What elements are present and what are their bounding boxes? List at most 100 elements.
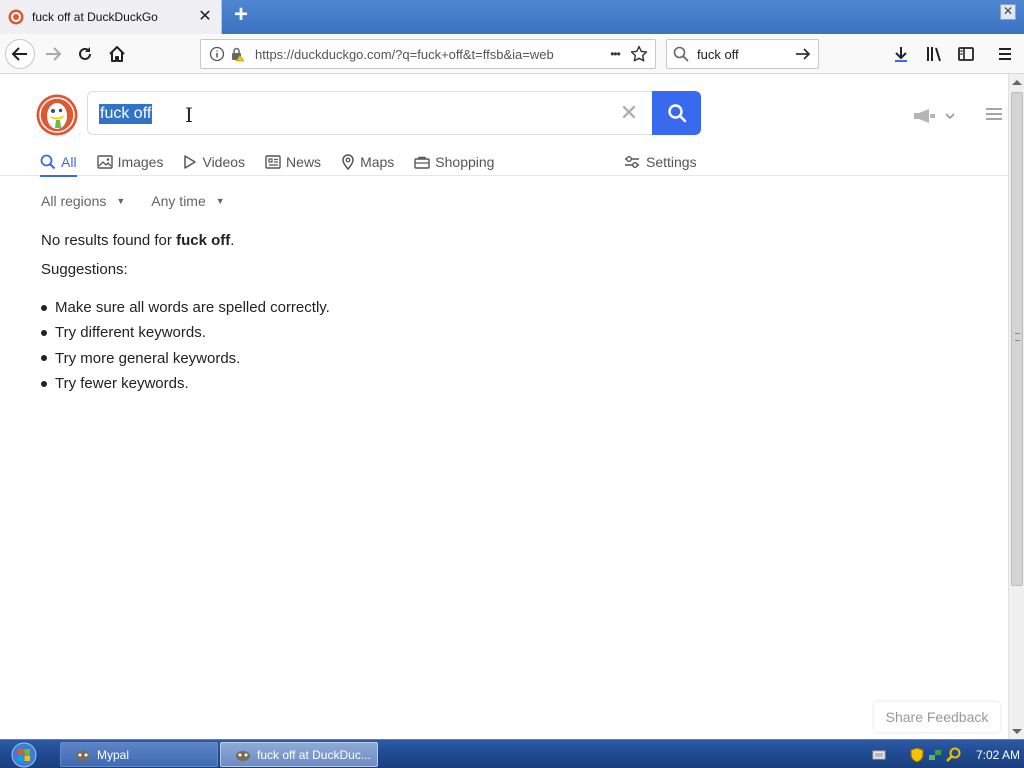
taskbar-item-label: Mypal xyxy=(97,747,130,762)
tab-title: fuck off at DuckDuckGo xyxy=(32,10,158,24)
go-arrow-icon[interactable] xyxy=(794,45,812,63)
page-actions-icon[interactable]: ••• xyxy=(601,44,629,64)
bullet-icon xyxy=(41,380,47,387)
tab-label: Shopping xyxy=(435,154,495,170)
search-icon xyxy=(667,104,686,123)
clock[interactable]: 7:02 AM xyxy=(976,748,1020,762)
tab-label: News xyxy=(286,154,322,170)
scrollbar-thumb[interactable] xyxy=(1011,92,1023,586)
new-tab-button[interactable]: + xyxy=(229,3,253,28)
list-item: Try different keywords. xyxy=(41,320,330,345)
no-results-message: No results found for fuck off. xyxy=(41,232,234,249)
tab-close-icon[interactable]: ✕ xyxy=(197,9,213,25)
taskbar-item-mypal[interactable]: Mypal xyxy=(60,742,218,767)
tab-label: Images xyxy=(117,154,164,170)
scroll-down-arrow-icon[interactable] xyxy=(1012,729,1022,734)
start-button[interactable] xyxy=(6,741,42,768)
time-filter-dropdown[interactable]: Any time ▼ xyxy=(151,193,224,209)
mypal-app-icon xyxy=(236,750,250,761)
magnifier-icon[interactable] xyxy=(946,747,962,763)
search-form: fuck off I ✕ xyxy=(87,91,701,135)
time-filter-label: Any time xyxy=(151,193,206,209)
reload-button[interactable] xyxy=(70,39,100,69)
megaphone-icon xyxy=(914,109,935,123)
network-icon[interactable] xyxy=(928,747,942,763)
shield-icon[interactable] xyxy=(910,746,924,763)
suggestion-text: Try different keywords. xyxy=(55,324,206,342)
clear-search-button[interactable]: ✕ xyxy=(618,102,640,124)
suggestions-heading: Suggestions: xyxy=(41,261,128,278)
home-icon xyxy=(109,46,125,62)
navigation-toolbar: https://duckduckgo.com/?q=fuck+off&t=ffs… xyxy=(0,34,1024,74)
arrow-left-icon xyxy=(11,47,27,61)
list-item: Make sure all words are spelled correctl… xyxy=(41,295,330,320)
tab-news[interactable]: News xyxy=(265,148,321,176)
search-submit-button[interactable] xyxy=(652,91,701,135)
vertical-scrollbar[interactable] xyxy=(1008,74,1024,740)
tab-maps[interactable]: Maps xyxy=(341,148,394,176)
menu-button[interactable] xyxy=(990,39,1020,69)
home-button[interactable] xyxy=(102,39,132,69)
region-filter-label: All regions xyxy=(41,193,107,209)
tab-label: Maps xyxy=(360,154,395,170)
bookmark-star-icon[interactable] xyxy=(629,44,649,64)
url-bar[interactable]: https://duckduckgo.com/?q=fuck+off&t=ffs… xyxy=(200,39,656,69)
text-cursor-icon: I xyxy=(185,103,193,127)
tab-settings[interactable]: Settings xyxy=(624,148,697,176)
search-query-text: fuck off xyxy=(99,104,153,124)
region-filter-dropdown[interactable]: All regions ▼ xyxy=(41,193,125,209)
suggestion-text: Try fewer keywords. xyxy=(55,375,189,393)
search-icon xyxy=(40,154,56,170)
info-icon[interactable] xyxy=(207,44,227,64)
duckduckgo-logo-icon[interactable] xyxy=(36,94,78,136)
forward-button[interactable] xyxy=(38,39,68,69)
tab-shopping[interactable]: Shopping xyxy=(414,148,494,176)
announcements-button[interactable] xyxy=(912,106,958,126)
suggestion-text: Make sure all words are spelled correctl… xyxy=(55,299,330,317)
windows-logo-icon xyxy=(11,742,37,767)
system-tray: 7:02 AM xyxy=(866,740,1024,768)
ddg-menu-icon[interactable] xyxy=(985,106,1003,122)
search-filters: All regions ▼ Any time ▼ xyxy=(41,193,251,209)
image-icon xyxy=(96,155,113,169)
taskbar-item-browser-window[interactable]: fuck off at DuckDuc... xyxy=(220,742,378,767)
ddg-header: fuck off I ✕ All Images Videos News Maps… xyxy=(0,74,1008,177)
browser-search-input[interactable]: fuck off xyxy=(697,47,794,62)
keyboard-icon[interactable] xyxy=(872,749,886,761)
downloads-button[interactable] xyxy=(886,39,916,69)
list-item: Try more general keywords. xyxy=(41,346,330,371)
share-feedback-button[interactable]: Share Feedback xyxy=(874,702,1000,732)
tab-images[interactable]: Images xyxy=(96,148,164,176)
chevron-down-icon xyxy=(945,113,955,120)
sidebar-button[interactable] xyxy=(951,39,981,69)
download-icon xyxy=(895,47,907,62)
tab-videos[interactable]: Videos xyxy=(183,148,245,176)
caret-down-icon: ▼ xyxy=(116,196,126,206)
search-input[interactable]: fuck off I ✕ xyxy=(87,91,653,135)
browser-search-bar[interactable]: fuck off xyxy=(666,39,819,69)
suggestions-list: Make sure all words are spelled correctl… xyxy=(41,295,330,396)
library-button[interactable] xyxy=(919,39,949,69)
browser-tab[interactable]: fuck off at DuckDuckGo ✕ xyxy=(0,0,222,34)
url-text: https://duckduckgo.com/?q=fuck+off&t=ffs… xyxy=(255,46,554,62)
tab-all[interactable]: All xyxy=(40,148,77,177)
taskbar-item-label: fuck off at DuckDuc... xyxy=(257,747,371,762)
lock-warning-icon[interactable] xyxy=(227,44,247,64)
suggestion-text: Try more general keywords. xyxy=(55,349,241,367)
arrow-right-icon xyxy=(46,47,62,61)
shopping-bag-icon xyxy=(414,155,430,169)
tab-label: All xyxy=(61,154,77,170)
back-button[interactable] xyxy=(5,39,35,69)
bullet-icon xyxy=(41,355,47,362)
no-results-prefix: No results found for xyxy=(41,232,177,249)
window-close-button[interactable]: ✕ xyxy=(1000,4,1016,20)
no-results-suffix: . xyxy=(230,232,235,249)
scroll-up-arrow-icon[interactable] xyxy=(1012,80,1022,85)
library-icon xyxy=(927,47,941,62)
tab-label: Videos xyxy=(202,154,246,170)
duckduckgo-favicon-icon xyxy=(8,9,24,25)
reload-icon xyxy=(79,47,91,60)
settings-label: Settings xyxy=(646,154,697,170)
tab-bar: fuck off at DuckDuckGo ✕ + ✕ xyxy=(0,0,1024,34)
map-pin-icon xyxy=(341,154,355,170)
